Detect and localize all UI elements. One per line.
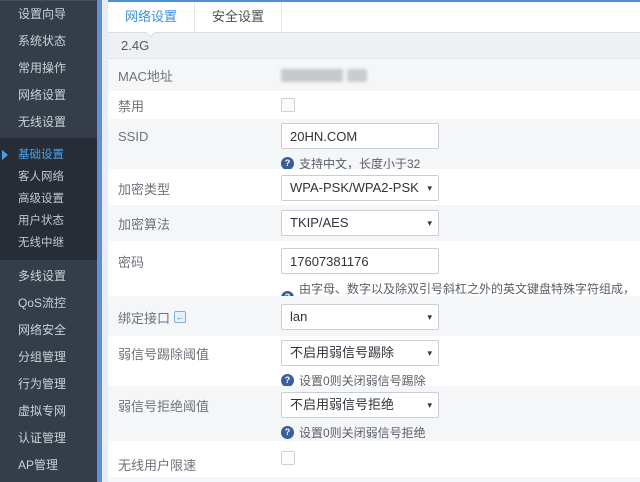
sidebar-item-system-status[interactable]: 系统状态	[0, 28, 97, 55]
sidebar-item-setup-wizard[interactable]: 设置向导	[0, 1, 97, 28]
chevron-down-icon: ▾	[427, 341, 432, 365]
weak-signal-kick-value: 不启用弱信号踢除	[290, 345, 394, 360]
sidebar-item-wireless-settings[interactable]: 无线设置	[0, 109, 97, 136]
rate-limit-checkbox[interactable]	[281, 451, 295, 465]
form-row-password: 密码 ? 由字母、数字以及除双引号斜杠之外的英文键盘特殊字符组成，长度是8到63…	[108, 241, 640, 296]
scrollbar-thumb[interactable]	[97, 0, 102, 482]
tab-network-settings[interactable]: 网络设置	[108, 2, 195, 32]
weak-signal-reject-select[interactable]: 不启用弱信号拒绝 ▾	[281, 392, 439, 418]
sidebar-item-multiline-settings[interactable]: 多线设置	[0, 263, 97, 290]
sidebar-item-qos[interactable]: QoS流控	[0, 290, 97, 317]
bind-interface-value: lan	[290, 309, 307, 324]
sidebar-subitem-advanced-settings[interactable]: 高级设置	[0, 188, 97, 210]
main-content: 网络设置 安全设置 2.4G MAC地址 禁用	[108, 0, 640, 482]
bind-interface-select[interactable]: lan ▾	[281, 304, 439, 330]
encryption-type-select[interactable]: WPA-PSK/WPA2-PSK ▾	[281, 175, 439, 201]
password-input[interactable]	[281, 248, 439, 274]
form-row-encryption-algorithm: 加密算法 TKIP/AES ▾	[108, 205, 640, 241]
sidebar-item-network-settings[interactable]: 网络设置	[0, 82, 97, 109]
sidebar-item-group-management[interactable]: 分组管理	[0, 344, 97, 371]
sidebar-item-vpn[interactable]: 虚拟专网	[0, 398, 97, 425]
weak-signal-kick-label: 弱信号踢除阈值	[118, 340, 281, 366]
encryption-type-value: WPA-PSK/WPA2-PSK	[290, 180, 419, 195]
band-section-header: 2.4G	[108, 33, 640, 59]
sidebar-subitem-guest-network[interactable]: 客人网络	[0, 166, 97, 188]
sidebar-scrollbar[interactable]	[97, 0, 108, 482]
sidebar: 设置向导 系统状态 常用操作 网络设置 无线设置 基础设置 客人网络 高级设置 …	[0, 0, 97, 482]
sidebar-subitem-basic-settings[interactable]: 基础设置	[0, 144, 97, 166]
wireless-settings-form: MAC地址 禁用 SSID ?	[108, 59, 640, 482]
router-admin-page: 设置向导 系统状态 常用操作 网络设置 无线设置 基础设置 客人网络 高级设置 …	[0, 0, 640, 482]
mac-label: MAC地址	[118, 66, 281, 85]
disable-checkbox[interactable]	[281, 98, 295, 112]
weak-signal-reject-value: 不启用弱信号拒绝	[290, 397, 394, 412]
ssid-label: SSID	[118, 123, 281, 149]
sidebar-item-network-security[interactable]: 网络安全	[0, 317, 97, 344]
weak-signal-kick-select[interactable]: 不启用弱信号踢除 ▾	[281, 340, 439, 366]
encryption-type-label: 加密类型	[118, 175, 281, 201]
tab-security-settings[interactable]: 安全设置	[195, 2, 282, 32]
chevron-down-icon: ▾	[427, 305, 432, 329]
form-row-ssid: SSID ? 支持中文，长度小于32	[108, 119, 640, 169]
encryption-algorithm-value: TKIP/AES	[290, 215, 349, 230]
rate-limit-label: 无线用户限速	[118, 451, 281, 477]
form-row-rate-limit: 无线用户限速	[108, 441, 640, 477]
wireless-submenu: 基础设置 客人网络 高级设置 用户状态 无线中继	[0, 138, 97, 260]
chevron-down-icon: ▾	[427, 176, 432, 200]
form-row-disable: 禁用	[108, 91, 640, 119]
sidebar-item-ap-management[interactable]: AP管理	[0, 452, 97, 479]
sidebar-subitem-user-status[interactable]: 用户状态	[0, 210, 97, 232]
form-row-encryption-type: 加密类型 WPA-PSK/WPA2-PSK ▾	[108, 169, 640, 205]
sidebar-item-auth-management[interactable]: 认证管理	[0, 425, 97, 452]
weak-signal-reject-hint: ? 设置0则关闭弱信号拒绝	[281, 424, 640, 441]
sidebar-item-common-operations[interactable]: 常用操作	[0, 55, 97, 82]
help-icon: ?	[281, 426, 294, 439]
weak-signal-reject-label: 弱信号拒绝阈值	[118, 392, 281, 418]
bind-interface-info-icon[interactable]: ←	[174, 311, 186, 323]
form-row-weak-signal-reject: 弱信号拒绝阈值 不启用弱信号拒绝 ▾ ? 设置0则关闭弱信号拒绝	[108, 386, 640, 441]
password-label: 密码	[118, 248, 281, 274]
sidebar-subitem-wireless-repeater[interactable]: 无线中继	[0, 232, 97, 254]
mac-address-redacted	[281, 69, 640, 82]
tab-bar: 网络设置 安全设置	[108, 2, 640, 33]
sidebar-subitem-label: 基础设置	[18, 149, 64, 161]
form-row-weak-signal-kick: 弱信号踢除阈值 不启用弱信号踢除 ▾ ? 设置0则关闭弱信号踢除	[108, 336, 640, 386]
encryption-algorithm-select[interactable]: TKIP/AES ▾	[281, 210, 439, 236]
weak-signal-reject-hint-text: 设置0则关闭弱信号拒绝	[299, 424, 426, 441]
form-row-mac: MAC地址	[108, 59, 640, 91]
tab-label: 网络设置	[125, 9, 177, 24]
active-item-arrow-icon	[2, 150, 8, 160]
form-row-bind-interface: 绑定接口 ← lan ▾	[108, 296, 640, 336]
chevron-down-icon: ▾	[427, 211, 432, 235]
encryption-algorithm-label: 加密算法	[118, 210, 281, 236]
chevron-down-icon: ▾	[427, 393, 432, 417]
ssid-input[interactable]	[281, 123, 439, 149]
disable-label: 禁用	[118, 96, 281, 115]
sidebar-item-behavior-management[interactable]: 行为管理	[0, 371, 97, 398]
bind-interface-label: 绑定接口	[118, 308, 170, 327]
content-filler	[108, 477, 640, 482]
